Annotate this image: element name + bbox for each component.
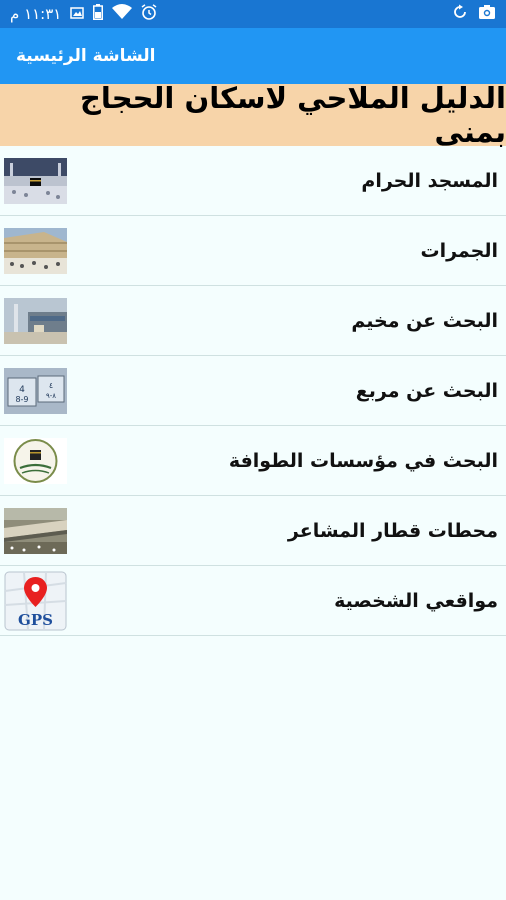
- menu-item-label: محطات قطار المشاعر: [287, 519, 498, 542]
- square-search-thumbnail: 4 8-9 ٤ ٨-٩: [4, 367, 67, 414]
- menu-item-my-locations[interactable]: GPS مواقعي الشخصية: [0, 566, 506, 636]
- gps-thumbnail: GPS: [4, 571, 67, 631]
- menu-item-label: البحث عن مربع: [355, 379, 498, 402]
- main-menu: المسجد الحرام الجمرات البحث عن مخيم 4 8-…: [0, 146, 506, 636]
- svg-text:8-9: 8-9: [15, 395, 28, 404]
- alarm-icon: [141, 4, 157, 24]
- sync-icon: [452, 4, 468, 24]
- banner-title: الدليل الملاحي لاسكان الحجاج بمنى: [79, 81, 506, 149]
- svg-text:٨-٩: ٨-٩: [46, 392, 56, 400]
- status-left: ١١:٣١ م: [10, 4, 157, 24]
- status-bar: ١١:٣١ م: [0, 0, 506, 28]
- masjid-haram-thumbnail: [4, 157, 67, 204]
- menu-item-label: البحث في مؤسسات الطوافة: [228, 449, 498, 472]
- menu-item-camp-search[interactable]: البحث عن مخيم: [0, 286, 506, 356]
- mashaer-train-thumbnail: [4, 507, 67, 554]
- camp-search-thumbnail: [4, 297, 67, 344]
- menu-item-jamarat[interactable]: الجمرات: [0, 216, 506, 286]
- menu-item-label: المسجد الحرام: [361, 169, 498, 192]
- app-bar: الشاشة الرئيسية: [0, 28, 506, 84]
- menu-item-tawafa-institutions[interactable]: البحث في مؤسسات الطوافة: [0, 426, 506, 496]
- svg-text:٤: ٤: [49, 381, 53, 390]
- app-title: الشاشة الرئيسية: [16, 46, 156, 66]
- battery-icon: [93, 4, 104, 24]
- menu-item-masjid-haram[interactable]: المسجد الحرام: [0, 146, 506, 216]
- status-time: ١١:٣١ م: [10, 5, 62, 23]
- gps-text: GPS: [18, 611, 53, 629]
- menu-item-square-search[interactable]: 4 8-9 ٤ ٨-٩ البحث عن مربع: [0, 356, 506, 426]
- menu-item-label: الجمرات: [420, 239, 498, 262]
- status-right: [452, 4, 496, 24]
- wifi-icon: [112, 4, 133, 24]
- jamarat-thumbnail: [4, 227, 67, 274]
- menu-item-label: البحث عن مخيم: [351, 309, 498, 332]
- menu-item-mashaer-train[interactable]: محطات قطار المشاعر: [0, 496, 506, 566]
- tawafa-institutions-thumbnail: [4, 437, 67, 484]
- camera-icon: [478, 4, 496, 24]
- menu-item-label: مواقعي الشخصية: [334, 589, 498, 612]
- svg-text:4: 4: [19, 385, 25, 395]
- banner: الدليل الملاحي لاسكان الحجاج بمنى: [0, 81, 506, 149]
- image-icon: [70, 5, 85, 24]
